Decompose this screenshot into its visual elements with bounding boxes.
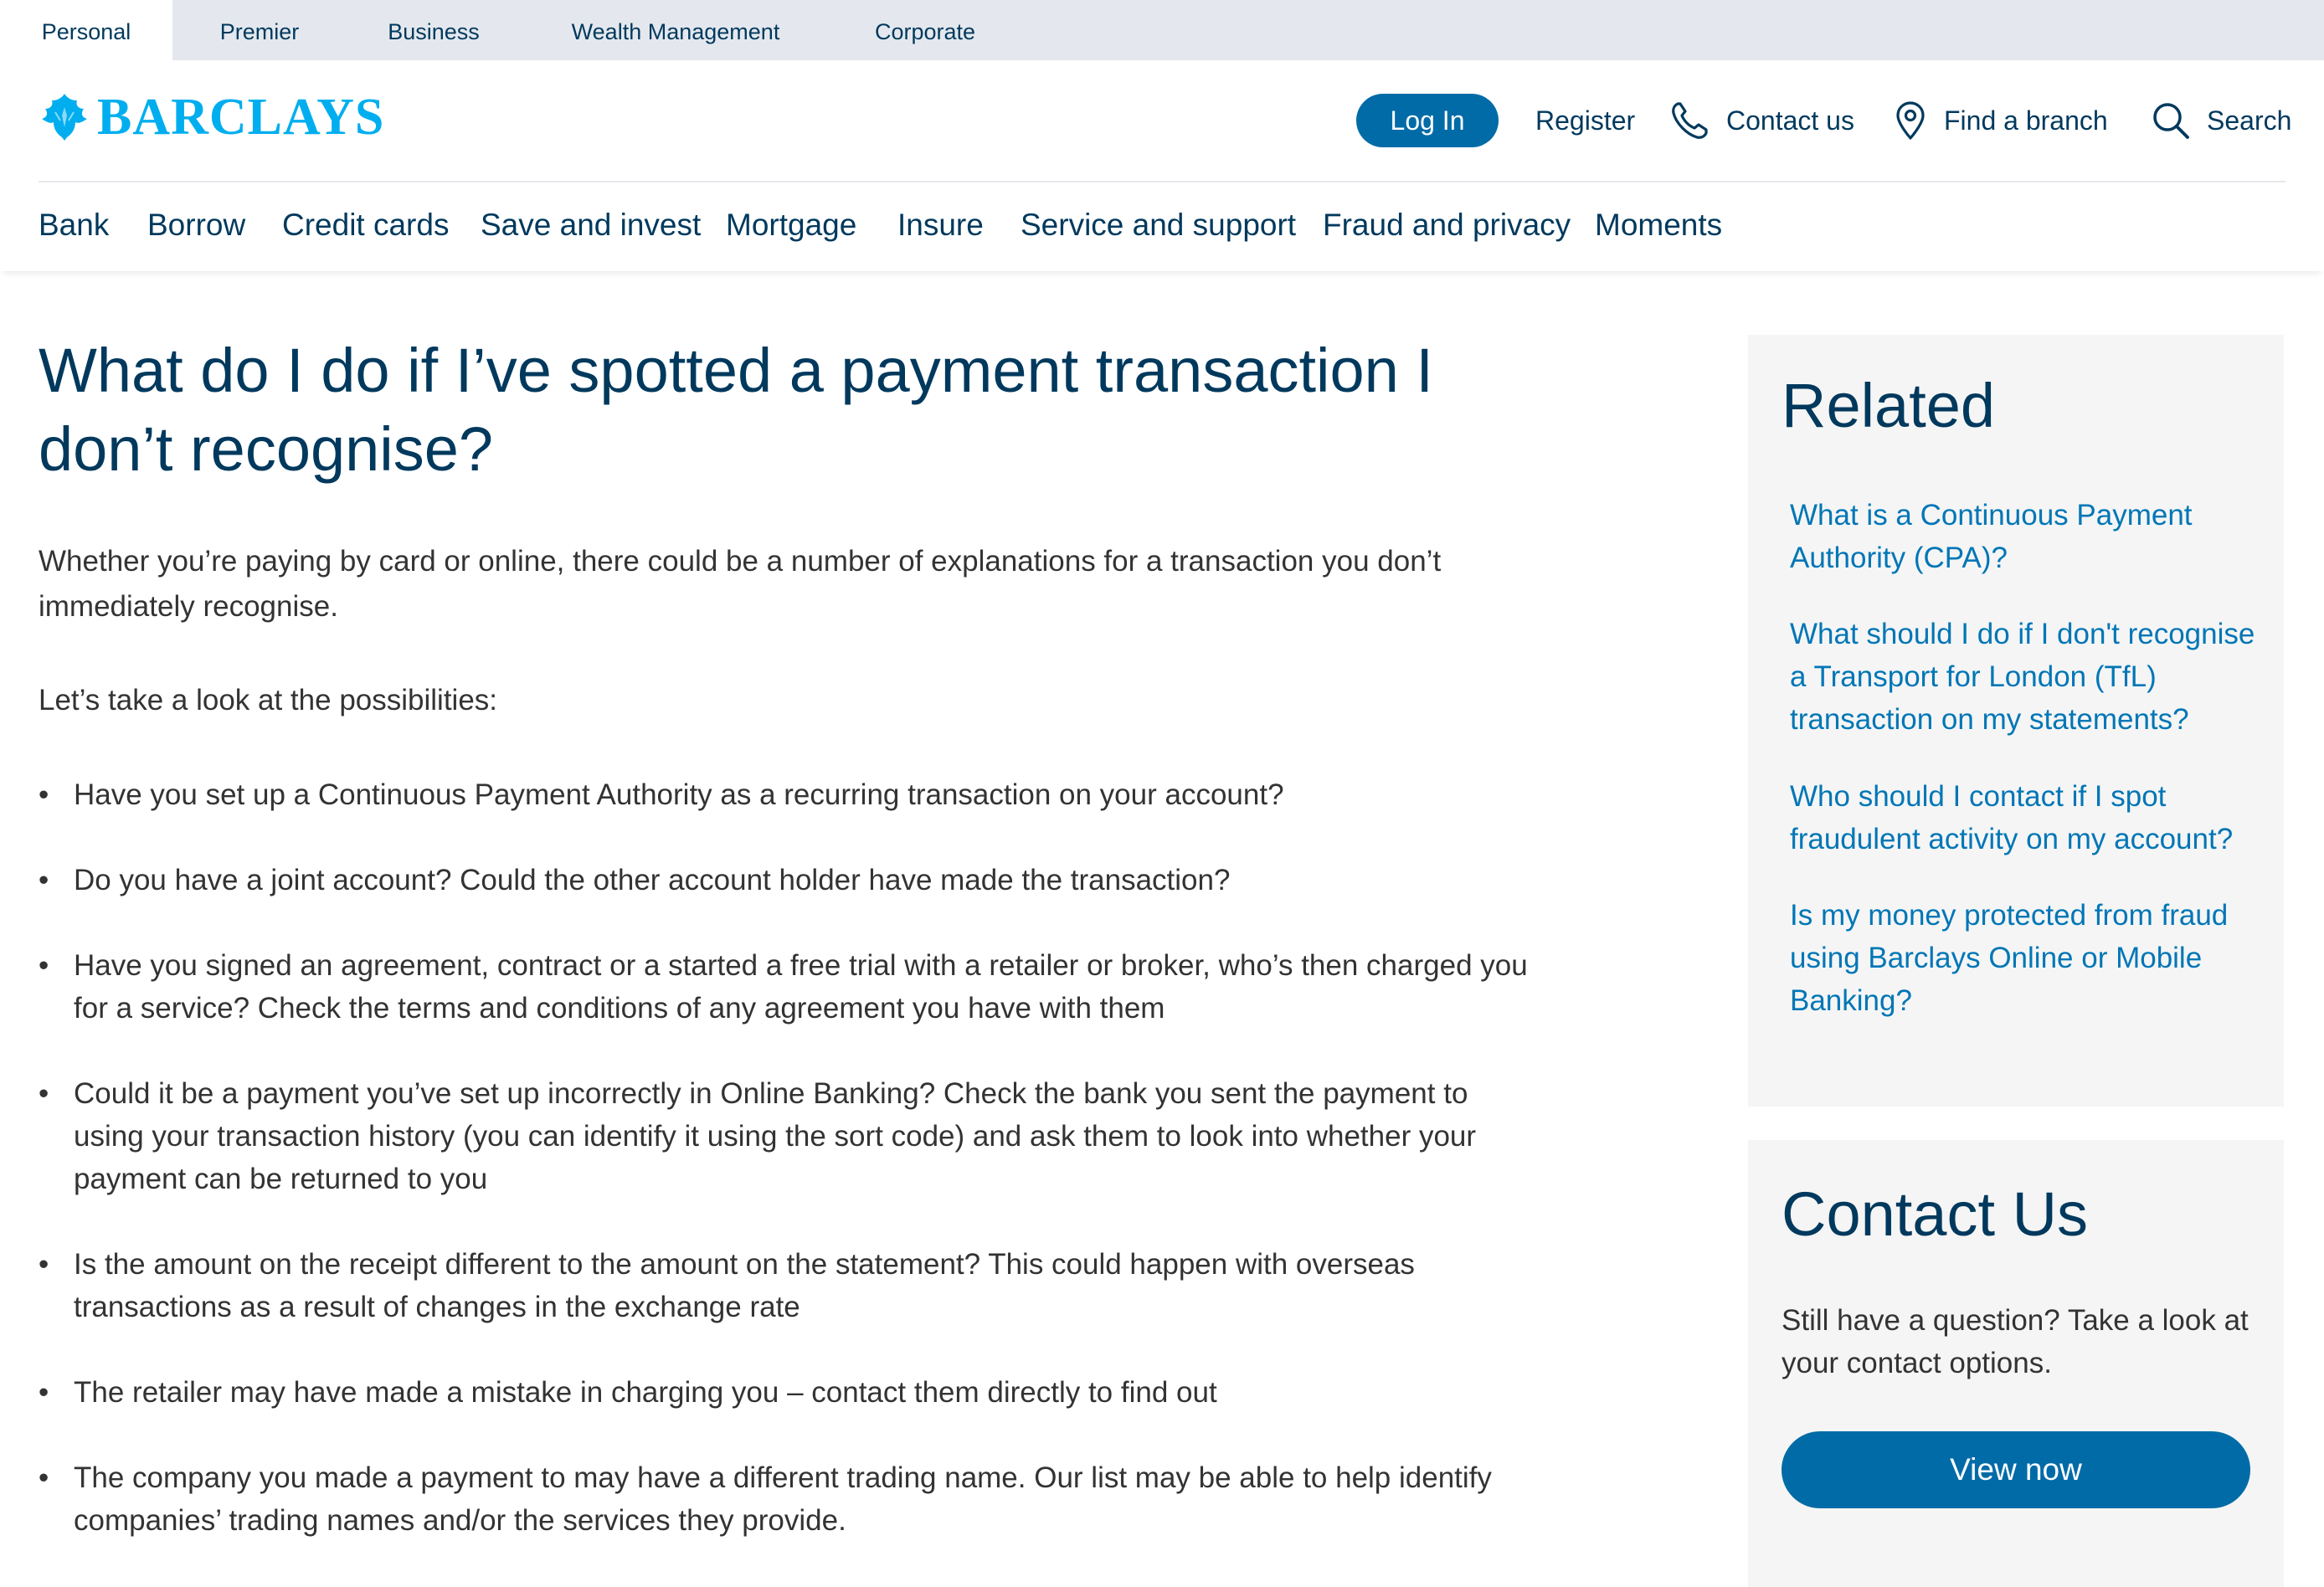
nav-item-mortgage[interactable]: Mortgage bbox=[726, 208, 856, 243]
bullet-marker: • bbox=[39, 1077, 49, 1110]
list-item-text: The company you made a payment to may ha… bbox=[74, 1461, 1492, 1537]
list-item: • Do you have a joint account? Could the … bbox=[39, 859, 1529, 901]
nav-item-insure[interactable]: Insure bbox=[897, 208, 984, 243]
nav-item-moments[interactable]: Moments bbox=[1595, 208, 1722, 243]
contact-us-label: Contact us bbox=[1726, 105, 1854, 136]
nav-item-borrow[interactable]: Borrow bbox=[147, 208, 245, 243]
phone-icon bbox=[1672, 102, 1708, 139]
list-item: • The retailer may have made a mistake in… bbox=[39, 1371, 1529, 1414]
register-link[interactable]: Register bbox=[1535, 94, 1635, 147]
list-item-text: The retailer may have made a mistake in … bbox=[74, 1376, 1217, 1409]
list-item: • Have you signed an agreement, contract … bbox=[39, 944, 1529, 1030]
page-title: What do I do if I’ve spotted a payment t… bbox=[39, 336, 1433, 484]
segment-tab-wealth-management[interactable]: Wealth Management bbox=[536, 0, 815, 60]
view-now-button[interactable]: View now bbox=[1782, 1431, 2250, 1508]
intro-paragraph: Whether you’re paying by card or online,… bbox=[39, 545, 1442, 623]
search-link[interactable]: Search bbox=[2150, 94, 2291, 147]
list-item-text: Have you signed an agreement, contract o… bbox=[74, 949, 1528, 1025]
list-item: • The company you made a payment to may h… bbox=[39, 1456, 1529, 1542]
bullet-marker: • bbox=[39, 949, 49, 982]
logo-wordmark: BARCLAYS bbox=[97, 89, 385, 146]
list-item: • Have you set up a Continuous Payment Au… bbox=[39, 773, 1529, 816]
nav-item-bank[interactable]: Bank bbox=[39, 208, 109, 243]
contact-text: Still have a question? Take a look at yo… bbox=[1782, 1304, 2249, 1379]
nav-item-credit-cards[interactable]: Credit cards bbox=[282, 208, 449, 243]
list-item: • Is the amount on the receipt different … bbox=[39, 1243, 1529, 1328]
contact-title: Contact Us bbox=[1782, 1179, 2089, 1249]
related-title: Related bbox=[1782, 371, 1996, 440]
list-item-text: Is the amount on the receipt different t… bbox=[74, 1248, 1415, 1323]
barclays-eagle-icon bbox=[42, 94, 87, 141]
bullet-marker: • bbox=[39, 1461, 49, 1494]
nav-item-save-and-invest[interactable]: Save and invest bbox=[481, 208, 701, 243]
main-navigation: Bank Borrow Credit cards Save and invest… bbox=[0, 182, 2324, 271]
search-label: Search bbox=[2207, 105, 2292, 136]
segment-tab-corporate[interactable]: Corporate bbox=[837, 0, 1013, 60]
login-button[interactable]: Log In bbox=[1356, 94, 1499, 147]
bullet-marker: • bbox=[39, 778, 49, 811]
bullet-marker: • bbox=[39, 1376, 49, 1409]
bullet-marker: • bbox=[39, 864, 49, 896]
search-icon bbox=[2153, 103, 2189, 139]
segment-bar: Personal Premier Business Wealth Managem… bbox=[0, 0, 2324, 60]
register-label: Register bbox=[1535, 105, 1636, 136]
contact-panel: Contact Us Still have a question? Take a… bbox=[1748, 1140, 2284, 1587]
find-branch-link[interactable]: Find a branch bbox=[1892, 94, 2108, 147]
bullet-marker: • bbox=[39, 1248, 49, 1281]
segment-tab-premier[interactable]: Premier bbox=[172, 0, 347, 60]
find-branch-label: Find a branch bbox=[1944, 105, 2108, 136]
possibilities-list: • Have you set up a Continuous Payment Au… bbox=[39, 773, 1529, 1584]
related-link-tfl[interactable]: What should I do if I don't recognise a … bbox=[1790, 613, 2267, 741]
list-item-text: Have you set up a Continuous Payment Aut… bbox=[74, 778, 1284, 811]
related-link-cpa[interactable]: What is a Continuous Payment Authority (… bbox=[1790, 494, 2267, 579]
contact-us-link[interactable]: Contact us bbox=[1669, 94, 1854, 147]
related-panel: Related What is a Continuous Payment Aut… bbox=[1748, 335, 2284, 1107]
lead-paragraph: Let’s take a look at the possibilities: bbox=[39, 684, 498, 716]
nav-item-fraud-and-privacy[interactable]: Fraud and privacy bbox=[1323, 208, 1571, 243]
segment-tab-business[interactable]: Business bbox=[347, 0, 521, 60]
list-item-text: Could it be a payment you’ve set up inco… bbox=[74, 1077, 1477, 1195]
segment-tab-personal[interactable]: Personal bbox=[0, 0, 172, 60]
map-pin-icon bbox=[1896, 101, 1925, 140]
list-item: • Could it be a payment you’ve set up inc… bbox=[39, 1072, 1529, 1200]
list-item-text: Do you have a joint account? Could the o… bbox=[74, 864, 1231, 896]
related-link-fraud-contact[interactable]: Who should I contact if I spot fraudulen… bbox=[1790, 775, 2267, 860]
nav-item-service-and-support[interactable]: Service and support bbox=[1021, 208, 1296, 243]
barclays-logo[interactable]: BARCLAYS bbox=[39, 87, 384, 147]
related-link-money-protected[interactable]: Is my money protected from fraud using B… bbox=[1790, 894, 2267, 1022]
